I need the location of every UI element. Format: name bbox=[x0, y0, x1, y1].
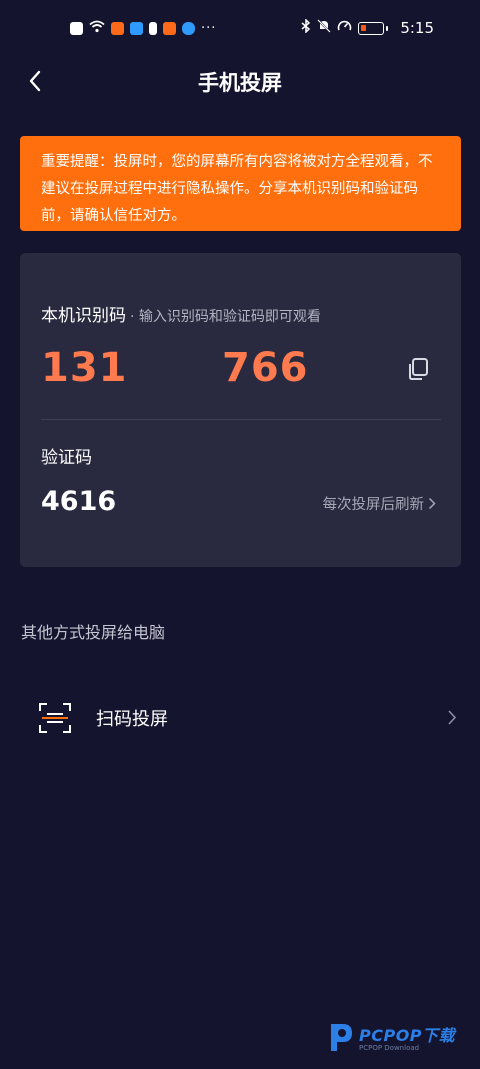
search-app-icon bbox=[130, 21, 143, 35]
device-code-label: 本机识别码 bbox=[41, 306, 126, 326]
status-left-icons: ··· bbox=[70, 20, 216, 36]
bluetooth-icon bbox=[301, 18, 311, 37]
pcpop-logo-icon bbox=[331, 1024, 352, 1051]
divider bbox=[41, 419, 441, 420]
page-title: 手机投屏 bbox=[198, 71, 282, 95]
back-arrow-icon bbox=[29, 70, 41, 92]
app-notification-icon bbox=[163, 21, 176, 35]
device-code-part1: 131 bbox=[41, 345, 128, 391]
scan-qr-icon bbox=[39, 703, 71, 733]
back-button[interactable] bbox=[20, 66, 50, 96]
code-card: 本机识别码 · 输入识别码和验证码即可观看 131 766 验证码 4616 每… bbox=[20, 253, 461, 567]
refresh-text: 每次投屏后刷新 bbox=[322, 497, 425, 513]
scan-cast-row[interactable]: 扫码投屏 bbox=[0, 688, 480, 748]
warning-text: 重要提醒：投屏时，您的屏幕所有内容将被对方全程观看，不建议在投屏过程中进行隐私操… bbox=[41, 154, 433, 224]
wifi-icon bbox=[89, 20, 105, 36]
watermark-main: PCPOP下载 bbox=[359, 1026, 456, 1045]
pcpop-watermark: PCPOP下载 PCPOP Download bbox=[325, 1017, 455, 1057]
copy-icon bbox=[409, 358, 428, 380]
cloud-icon bbox=[182, 21, 195, 35]
battery-icon bbox=[358, 21, 385, 35]
watermark-text: PCPOP下载 PCPOP Download bbox=[359, 1022, 455, 1052]
code-label-row: 本机识别码 · 输入识别码和验证码即可观看 bbox=[41, 301, 321, 326]
app-notification-icon bbox=[111, 21, 124, 35]
mute-bell-icon bbox=[317, 19, 332, 37]
status-right-icons: 5:15 bbox=[301, 18, 434, 37]
status-time: 5:15 bbox=[400, 19, 434, 37]
device-code-part2: 766 bbox=[222, 345, 309, 391]
notification-alert-icon bbox=[70, 21, 83, 35]
refresh-link[interactable]: 每次投屏后刷新 bbox=[323, 493, 437, 514]
status-bar: ··· 5:15 bbox=[0, 0, 480, 56]
verify-code-value: 4616 bbox=[41, 486, 117, 517]
speed-gauge-icon bbox=[337, 19, 352, 37]
battery-alert-icon bbox=[149, 21, 157, 35]
chevron-right-icon bbox=[428, 497, 436, 510]
header: 手机投屏 bbox=[0, 56, 480, 108]
copy-button[interactable] bbox=[405, 356, 431, 382]
more-notifications-icon: ··· bbox=[201, 20, 217, 36]
other-methods-title: 其他方式投屏给电脑 bbox=[21, 623, 166, 642]
scan-cast-label: 扫码投屏 bbox=[96, 709, 168, 730]
verify-code-label: 验证码 bbox=[41, 448, 92, 468]
chevron-right-icon bbox=[448, 710, 457, 725]
privacy-warning-banner: 重要提醒：投屏时，您的屏幕所有内容将被对方全程观看，不建议在投屏过程中进行隐私操… bbox=[20, 136, 461, 231]
device-code-hint: · 输入识别码和验证码即可观看 bbox=[130, 309, 321, 325]
battery-tip bbox=[386, 25, 389, 31]
